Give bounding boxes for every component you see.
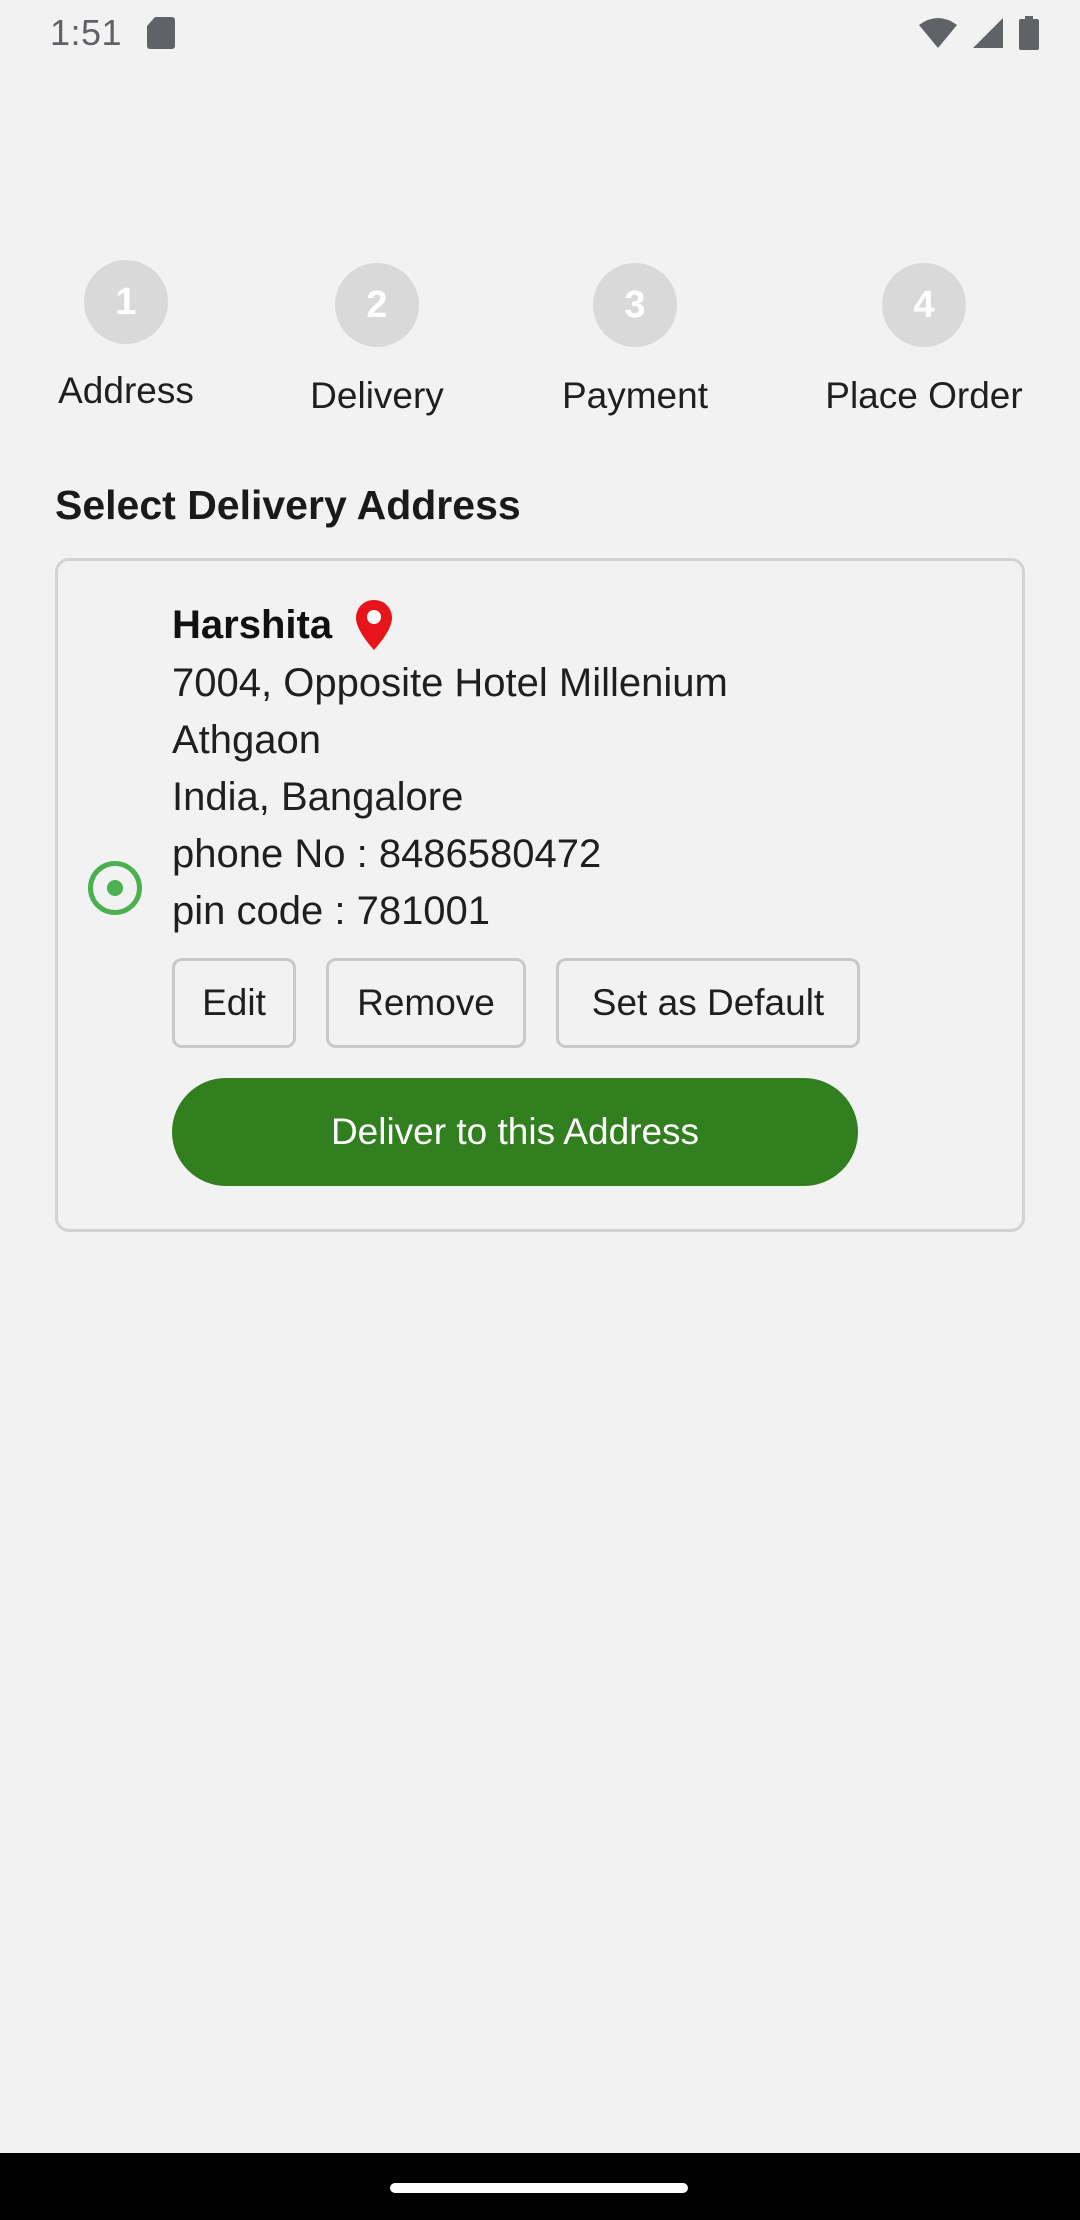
- battery-icon: [1019, 16, 1039, 50]
- address-card: Harshita 7004, Opposite Hotel Millenium …: [55, 558, 1025, 1232]
- status-bar: 1:51: [0, 0, 1080, 66]
- step-place-order: 4 Place Order: [804, 263, 1044, 417]
- wifi-icon: [919, 18, 957, 48]
- step-label: Delivery: [310, 375, 444, 416]
- address-pincode: pin code : 781001: [172, 889, 491, 933]
- system-nav-bar: [0, 2153, 1080, 2220]
- signal-icon: [973, 18, 1003, 48]
- checkout-screen: 1:51 1 Address 2 Delivery 3 Payment 4 Pl…: [0, 0, 1080, 2220]
- address-actions: Edit Remove Set as Default: [172, 958, 992, 1048]
- address-phone: phone No : 8486580472: [172, 832, 602, 876]
- address-name-row: Harshita: [172, 595, 992, 655]
- home-gesture-handle[interactable]: [390, 2183, 688, 2193]
- step-label: Payment: [561, 375, 708, 416]
- address-line-1: 7004, Opposite Hotel Millenium: [172, 661, 728, 705]
- step-number: 4: [882, 263, 966, 347]
- radio-selected-dot: [107, 880, 123, 896]
- deliver-to-address-button[interactable]: Deliver to this Address: [172, 1078, 858, 1186]
- address-line-2: Athgaon: [172, 718, 322, 762]
- step-number: 3: [593, 263, 677, 347]
- step-label: Place Order: [825, 375, 1023, 416]
- step-number: 1: [84, 260, 168, 344]
- section-title: Select Delivery Address: [55, 482, 521, 528]
- status-time: 1:51: [50, 12, 123, 53]
- address-name: Harshita: [172, 602, 333, 647]
- status-icons: [918, 14, 1040, 52]
- checkout-stepper: 1 Address 2 Delivery 3 Payment 4 Place O…: [0, 260, 1080, 430]
- address-line-3: India, Bangalore: [172, 775, 464, 819]
- location-pin-icon: [356, 600, 393, 650]
- address-details: Harshita 7004, Opposite Hotel Millenium …: [172, 595, 992, 1186]
- set-default-button[interactable]: Set as Default: [556, 958, 860, 1048]
- edit-button[interactable]: Edit: [172, 958, 296, 1048]
- step-number: 2: [335, 263, 419, 347]
- sd-card-icon: [147, 17, 175, 49]
- step-label: Address: [58, 370, 194, 411]
- address-radio[interactable]: [88, 861, 142, 915]
- remove-button[interactable]: Remove: [326, 958, 526, 1048]
- step-delivery: 2 Delivery: [257, 263, 497, 417]
- step-payment: 3 Payment: [515, 263, 755, 417]
- step-address: 1 Address: [6, 260, 246, 412]
